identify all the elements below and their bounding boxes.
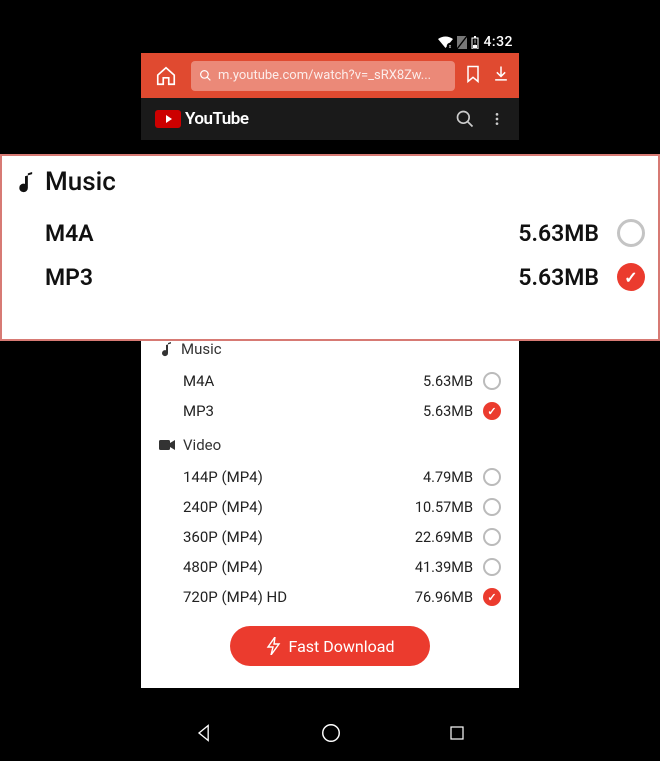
svg-text:!: !: [475, 39, 477, 47]
zoom-row[interactable]: M4A5.63MB: [15, 211, 645, 255]
video-row[interactable]: 144P (MP4)4.79MB: [159, 462, 501, 492]
zoom-radio[interactable]: [617, 263, 645, 291]
youtube-label: YouTube: [185, 109, 249, 129]
music-section-head: Music: [159, 340, 501, 358]
fast-download-button[interactable]: Fast Download: [230, 626, 430, 666]
wifi-icon: x: [438, 36, 453, 49]
zoom-size: 5.63MB: [518, 220, 599, 247]
youtube-play-icon: [155, 110, 181, 128]
video-label: 360P (MP4): [183, 528, 415, 546]
video-row[interactable]: 360P (MP4)22.69MB: [159, 522, 501, 552]
zoom-music-head: Music: [15, 167, 645, 197]
video-radio[interactable]: [483, 528, 501, 546]
music-size: 5.63MB: [423, 403, 473, 420]
video-size: 10.57MB: [415, 499, 473, 516]
zoom-callout: Music M4A5.63MBMP35.63MB: [0, 154, 660, 341]
video-size: 41.39MB: [415, 559, 473, 576]
search-icon: [199, 69, 212, 82]
app-toolbar: m.youtube.com/watch?v=_sRX8Zw...: [141, 53, 519, 98]
home-button[interactable]: [149, 59, 183, 93]
video-label: 480P (MP4): [183, 558, 415, 576]
video-row[interactable]: 480P (MP4)41.39MB: [159, 552, 501, 582]
music-radio[interactable]: [483, 372, 501, 390]
video-radio[interactable]: [483, 588, 501, 606]
zoom-row[interactable]: MP35.63MB: [15, 255, 645, 299]
url-bar[interactable]: m.youtube.com/watch?v=_sRX8Zw...: [191, 61, 455, 91]
download-icon: [491, 64, 511, 84]
nav-home-icon[interactable]: [320, 722, 342, 744]
url-text: m.youtube.com/watch?v=_sRX8Zw...: [218, 68, 431, 83]
nav-recent-icon[interactable]: [448, 724, 466, 742]
video-row[interactable]: 720P (MP4) HD76.96MB: [159, 582, 501, 612]
lightning-icon: [266, 637, 281, 655]
bookmark-icon: [463, 64, 483, 84]
zoom-label: M4A: [45, 220, 518, 247]
phone-frame: x ! 4:32 m.youtube.com/watch?v=_sRX8Zw..…: [141, 31, 519, 140]
fast-download-label: Fast Download: [289, 637, 395, 656]
video-radio[interactable]: [483, 558, 501, 576]
yt-menu-icon[interactable]: [489, 109, 505, 129]
sim-icon: [457, 36, 467, 49]
battery-icon: !: [471, 36, 479, 49]
video-size: 22.69MB: [415, 529, 473, 546]
music-radio[interactable]: [483, 402, 501, 420]
video-label: 144P (MP4): [183, 468, 423, 486]
music-icon: [159, 341, 173, 357]
status-bar: x ! 4:32: [141, 31, 519, 53]
zoom-radio[interactable]: [617, 219, 645, 247]
home-icon: [155, 65, 177, 87]
status-clock: 4:32: [483, 34, 513, 50]
video-size: 4.79MB: [423, 469, 473, 486]
android-nav: [141, 713, 519, 753]
video-section-head: Video: [159, 436, 501, 454]
video-row[interactable]: 240P (MP4)10.57MB: [159, 492, 501, 522]
nav-back-icon[interactable]: [194, 723, 214, 743]
video-size: 76.96MB: [415, 589, 473, 606]
music-row[interactable]: M4A5.63MB: [159, 366, 501, 396]
download-button[interactable]: [491, 64, 511, 88]
video-label: 720P (MP4) HD: [183, 588, 415, 606]
music-icon: [15, 169, 35, 195]
download-sheet: Music M4A5.63MBMP35.63MB Video 144P (MP4…: [141, 320, 519, 688]
yt-search-icon[interactable]: [455, 109, 475, 129]
video-label: 240P (MP4): [183, 498, 415, 516]
zoom-size: 5.63MB: [518, 264, 599, 291]
youtube-header: YouTube: [141, 98, 519, 140]
music-row[interactable]: MP35.63MB: [159, 396, 501, 426]
youtube-logo[interactable]: YouTube: [155, 109, 249, 129]
video-radio[interactable]: [483, 468, 501, 486]
zoom-label: MP3: [45, 264, 518, 291]
video-radio[interactable]: [483, 498, 501, 516]
music-size: 5.63MB: [423, 373, 473, 390]
music-label: M4A: [183, 372, 423, 390]
music-label: MP3: [183, 402, 423, 420]
bookmark-button[interactable]: [463, 64, 483, 88]
video-icon: [159, 439, 175, 451]
